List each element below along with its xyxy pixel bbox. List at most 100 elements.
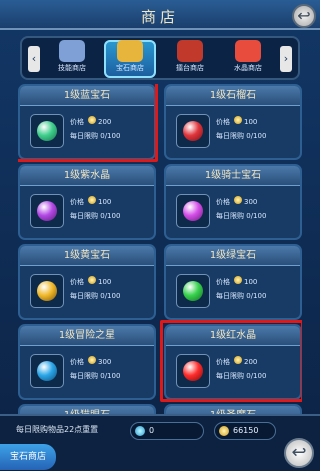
- price-value: 300: [98, 358, 112, 366]
- shop-item-card[interactable]: 1级圣魔石: [164, 404, 302, 414]
- currency-icon: [135, 426, 145, 436]
- book-icon: [59, 40, 85, 62]
- crystal-icon: [235, 40, 261, 62]
- tab-gem-shop[interactable]: 宝石商店: [104, 40, 156, 78]
- tab-crystal-shop[interactable]: 水晶商店: [222, 40, 274, 78]
- shop-item-card[interactable]: 1级骑士宝石 价格 300 每日限购 0/100: [164, 164, 302, 240]
- limit-value: 0/100: [246, 292, 267, 300]
- price-value: 100: [98, 198, 112, 206]
- price-label: 价格: [70, 278, 84, 286]
- highlight-box: [18, 84, 158, 162]
- price-label: 价格: [70, 358, 84, 366]
- price-label: 价格: [216, 278, 230, 286]
- price-row: 价格 100: [216, 276, 257, 287]
- limit-value: 0/100: [100, 372, 121, 380]
- price-label: 价格: [216, 198, 230, 206]
- currency-1-value: 0: [149, 426, 155, 435]
- coin-icon: [234, 196, 242, 204]
- gem-icon: [183, 121, 203, 141]
- shop-window: 商店 ↩ ‹ 技能商店 宝石商店 擂台商店 水晶商店 › 1级蓝宝石 价格 200…: [0, 0, 320, 471]
- limit-value: 0/100: [100, 212, 121, 220]
- limit-row: 每日限购 0/100: [216, 291, 266, 301]
- limit-label: 每日限购: [70, 292, 98, 300]
- footer: 每日限购物品22点重置 0 66150 宝石商店 ↩: [0, 414, 320, 471]
- back-icon[interactable]: ↩: [292, 4, 316, 28]
- coin-icon: [234, 276, 242, 284]
- gem-slot: [176, 194, 210, 228]
- coin-icon: [88, 276, 96, 284]
- item-name: 1级绿宝石: [166, 246, 300, 266]
- tab-label: 技能商店: [58, 64, 86, 72]
- shop-item-card[interactable]: 1级猫眼石: [18, 404, 156, 414]
- gem-slot: [30, 194, 64, 228]
- price-value: 100: [244, 118, 258, 126]
- item-name: 1级黄宝石: [20, 246, 154, 266]
- gem-icon: [37, 281, 57, 301]
- shop-item-card[interactable]: 1级石榴石 价格 100 每日限购 0/100: [164, 84, 302, 160]
- price-row: 价格 100: [70, 196, 111, 207]
- limit-label: 每日限购: [70, 212, 98, 220]
- price-row: 价格 100: [70, 276, 111, 287]
- tab-label: 水晶商店: [234, 64, 262, 72]
- limit-value: 0/100: [246, 212, 267, 220]
- gem-icon: [183, 201, 203, 221]
- return-button[interactable]: ↩: [284, 438, 314, 468]
- item-name: 1级紫水晶: [20, 166, 154, 186]
- limit-label: 每日限购: [216, 212, 244, 220]
- limit-value: 0/100: [246, 132, 267, 140]
- currency-2-value: 66150: [233, 426, 259, 435]
- price-row: 价格 100: [216, 116, 257, 127]
- gem-slot: [30, 274, 64, 308]
- chest-icon: [117, 40, 143, 62]
- shop-item-card[interactable]: 1级黄宝石 价格 100 每日限购 0/100: [18, 244, 156, 320]
- refresh-text: 每日限购物品22点重置: [16, 425, 99, 434]
- tab-next-button[interactable]: ›: [280, 46, 292, 72]
- page-title: 商店: [140, 8, 179, 26]
- currency-2-box: 66150: [214, 422, 276, 440]
- tab-label: 擂台商店: [176, 64, 204, 72]
- item-name: 1级圣魔石: [166, 406, 300, 414]
- tab-skill-shop[interactable]: 技能商店: [46, 40, 98, 78]
- gem-icon: [37, 201, 57, 221]
- gem-slot: [30, 354, 64, 388]
- shop-tabs: ‹ 技能商店 宝石商店 擂台商店 水晶商店 ›: [20, 36, 300, 80]
- limit-label: 每日限购: [216, 292, 244, 300]
- highlight-box: [160, 320, 302, 402]
- tab-prev-button[interactable]: ‹: [28, 46, 40, 72]
- coin-icon: [88, 356, 96, 364]
- limit-label: 每日限购: [70, 372, 98, 380]
- gem-shop-tab-button[interactable]: 宝石商店: [0, 444, 56, 470]
- item-name: 1级冒险之星: [20, 326, 154, 346]
- gem-list: 1级蓝宝石 价格 200 每日限购 0/100 1级石榴石 价格 100 每日限购 …: [18, 84, 302, 414]
- coin-icon: [88, 196, 96, 204]
- shop-item-card[interactable]: 1级紫水晶 价格 100 每日限购 0/100: [18, 164, 156, 240]
- limit-row: 每日限购 0/100: [216, 131, 266, 141]
- price-label: 价格: [216, 118, 230, 126]
- price-value: 100: [244, 278, 258, 286]
- limit-row: 每日限购 0/100: [216, 211, 266, 221]
- gem-slot: [176, 114, 210, 148]
- title-bar: 商店 ↩: [0, 0, 320, 30]
- shield-icon: [177, 40, 203, 62]
- limit-row: 每日限购 0/100: [70, 211, 120, 221]
- item-name: 1级骑士宝石: [166, 166, 300, 186]
- item-name: 1级猫眼石: [20, 406, 154, 414]
- item-name: 1级石榴石: [166, 86, 300, 106]
- gem-slot: [176, 274, 210, 308]
- gem-icon: [183, 281, 203, 301]
- gem-icon: [37, 361, 57, 381]
- price-value: 300: [244, 198, 258, 206]
- limit-row: 每日限购 0/100: [70, 371, 120, 381]
- tab-label: 宝石商店: [116, 64, 144, 72]
- price-value: 100: [98, 278, 112, 286]
- tab-arena-shop[interactable]: 擂台商店: [164, 40, 216, 78]
- shop-item-card[interactable]: 1级绿宝石 价格 100 每日限购 0/100: [164, 244, 302, 320]
- limit-row: 每日限购 0/100: [70, 291, 120, 301]
- price-row: 价格 300: [70, 356, 111, 367]
- shop-item-card[interactable]: 1级冒险之星 价格 300 每日限购 0/100: [18, 324, 156, 400]
- coin-icon: [234, 116, 242, 124]
- price-label: 价格: [70, 198, 84, 206]
- price-row: 价格 300: [216, 196, 257, 207]
- limit-value: 0/100: [100, 292, 121, 300]
- currency-1-box: 0: [130, 422, 204, 440]
